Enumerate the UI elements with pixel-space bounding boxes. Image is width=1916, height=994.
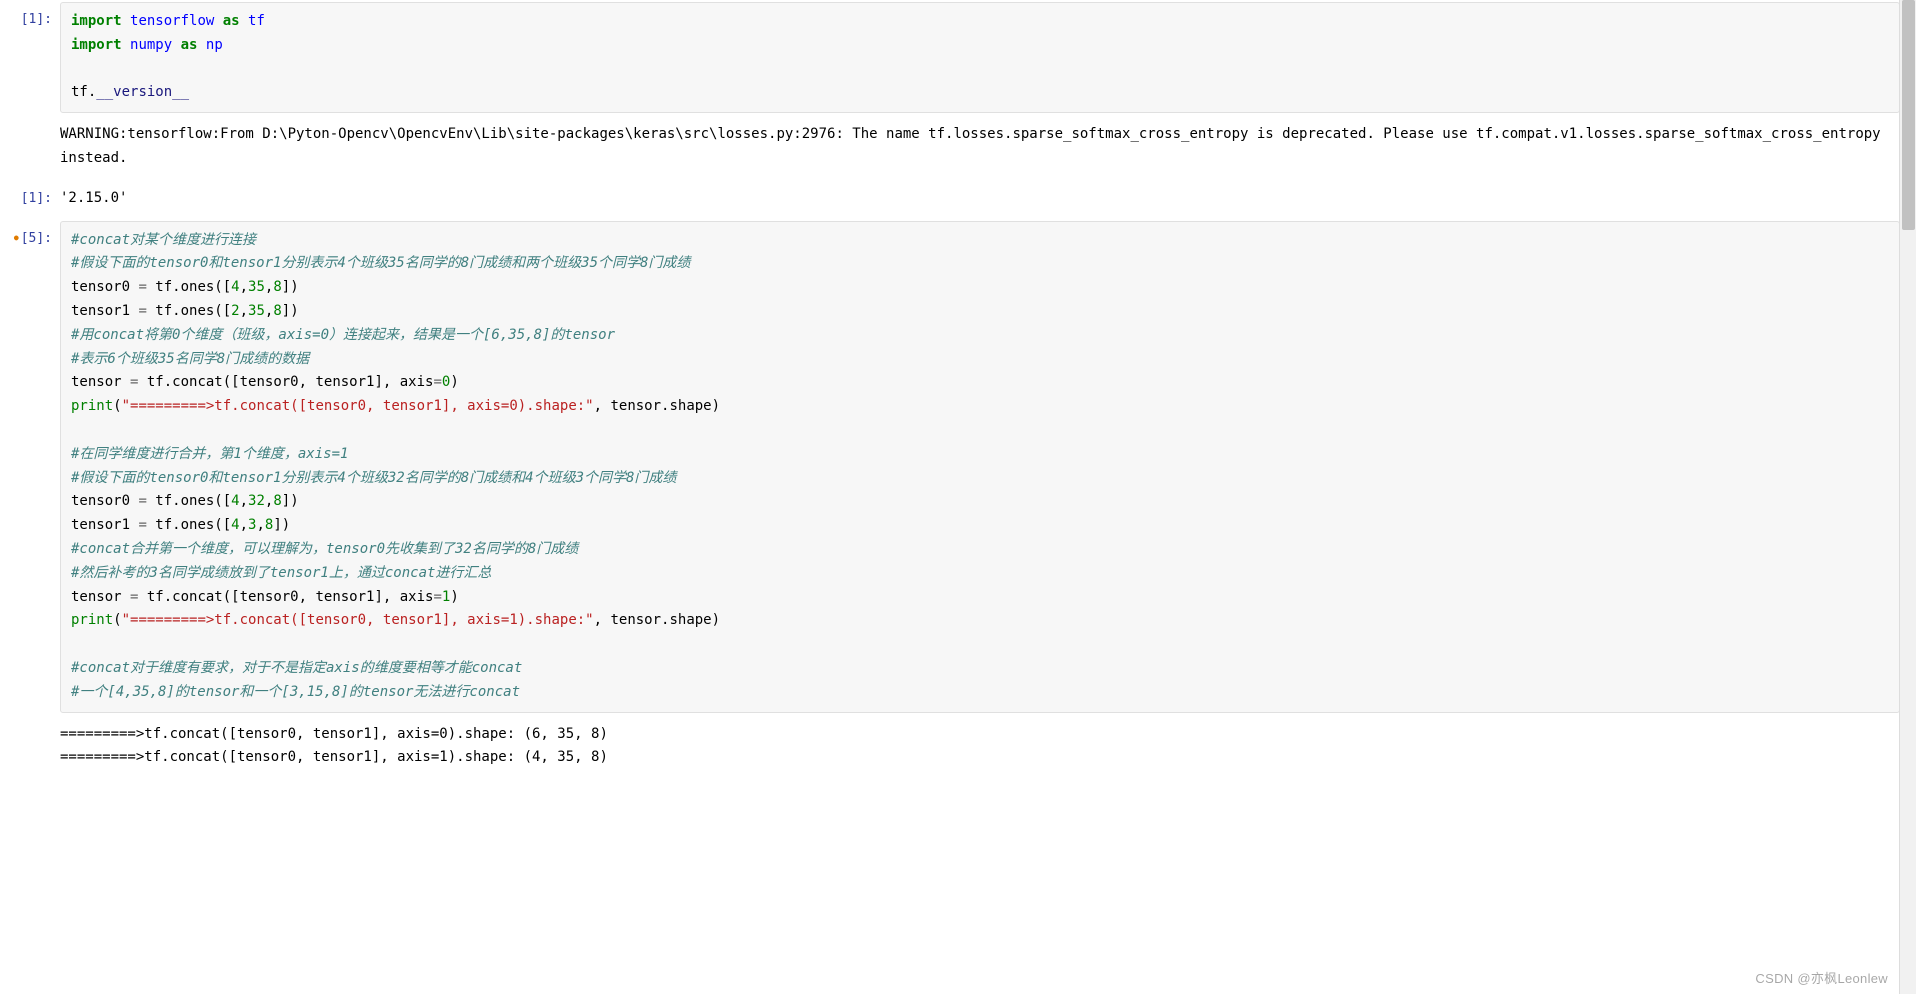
cell-1-input-prompt: [1]: — [0, 2, 60, 31]
cell-2-stdout-text: =========>tf.concat([tensor0, tensor1], … — [60, 717, 1900, 777]
vertical-scrollbar[interactable] — [1899, 0, 1916, 994]
notebook: [1]: import tensorflow as tf import nump… — [0, 0, 1916, 778]
cell-1-warning-row: WARNING:tensorflow:From D:\Pyton-Opencv\… — [0, 115, 1916, 179]
cell-2-input-prompt: [5]: — [0, 221, 60, 250]
watermark: CSDN @亦枫Leonlew — [1755, 968, 1888, 990]
cell-1-code[interactable]: import tensorflow as tf import numpy as … — [60, 2, 1900, 113]
cell-1-result-content: '2.15.0' — [60, 181, 1900, 217]
cell-2-code[interactable]: #concat对某个维度进行连接 #假设下面的tensor0和tensor1分别… — [60, 221, 1900, 713]
cell-2-stdout-prompt — [0, 717, 60, 724]
cell-1-result-row: [1]: '2.15.0' — [0, 179, 1916, 219]
cell-2-input-row: [5]: #concat对某个维度进行连接 #假设下面的tensor0和tens… — [0, 219, 1916, 715]
cell-1-warning-text: WARNING:tensorflow:From D:\Pyton-Opencv\… — [60, 117, 1900, 177]
cell-2-input-content[interactable]: #concat对某个维度进行连接 #假设下面的tensor0和tensor1分别… — [60, 221, 1900, 713]
cell-2-stdout-row: =========>tf.concat([tensor0, tensor1], … — [0, 715, 1916, 779]
cell-1-input-content[interactable]: import tensorflow as tf import numpy as … — [60, 2, 1900, 113]
cell-1-input-row: [1]: import tensorflow as tf import nump… — [0, 0, 1916, 115]
scrollbar-thumb[interactable] — [1902, 0, 1915, 230]
cell-2-stdout-content: =========>tf.concat([tensor0, tensor1], … — [60, 717, 1900, 777]
cell-1-result-text: '2.15.0' — [60, 181, 1900, 217]
cell-1-result-prompt: [1]: — [0, 181, 60, 210]
cell-1-warning-content: WARNING:tensorflow:From D:\Pyton-Opencv\… — [60, 117, 1900, 177]
cell-1-warning-prompt — [0, 117, 60, 124]
